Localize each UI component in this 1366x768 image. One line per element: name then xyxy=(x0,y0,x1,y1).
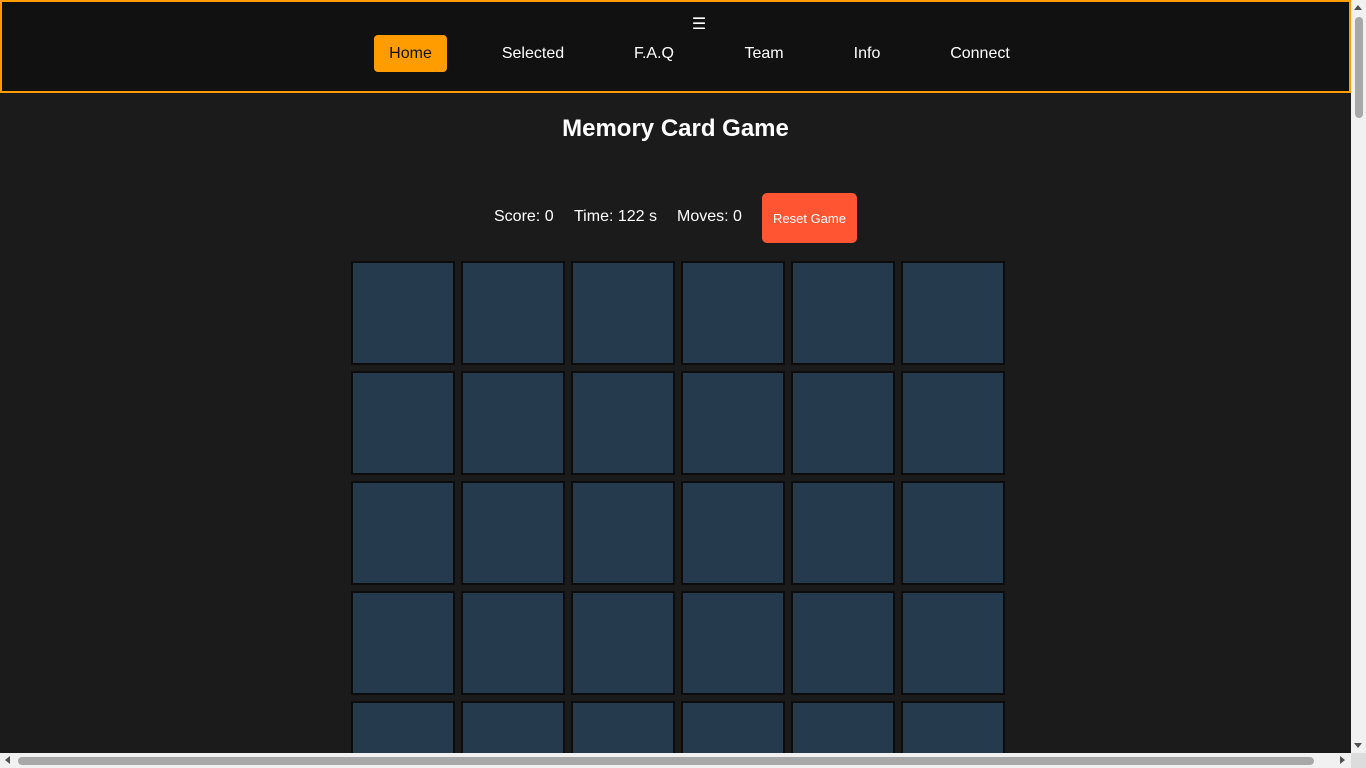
hamburger-icon[interactable]: ☰ xyxy=(691,16,707,34)
memory-card[interactable] xyxy=(791,481,895,585)
memory-card[interactable] xyxy=(351,261,455,365)
memory-card[interactable] xyxy=(681,371,785,475)
horizontal-scrollbar[interactable] xyxy=(0,753,1351,768)
nav-item-faq[interactable]: F.A.Q xyxy=(619,35,689,72)
memory-card[interactable] xyxy=(681,481,785,585)
memory-card[interactable] xyxy=(571,591,675,695)
horizontal-scroll-thumb[interactable] xyxy=(18,757,1314,765)
memory-card[interactable] xyxy=(461,261,565,365)
memory-card[interactable] xyxy=(461,371,565,475)
memory-card[interactable] xyxy=(351,591,455,695)
memory-card[interactable] xyxy=(461,701,565,753)
memory-card[interactable] xyxy=(681,261,785,365)
memory-card[interactable] xyxy=(351,701,455,753)
nav-item-connect[interactable]: Connect xyxy=(938,35,1022,72)
scrollbar-corner xyxy=(1351,753,1366,768)
scroll-left-arrow-icon[interactable] xyxy=(5,756,10,764)
memory-card[interactable] xyxy=(901,481,1005,585)
memory-card[interactable] xyxy=(791,701,895,753)
memory-card[interactable] xyxy=(791,591,895,695)
memory-card[interactable] xyxy=(571,701,675,753)
memory-card[interactable] xyxy=(901,261,1005,365)
vertical-scrollbar[interactable] xyxy=(1351,0,1366,753)
memory-card[interactable] xyxy=(901,591,1005,695)
nav-item-selected[interactable]: Selected xyxy=(488,35,578,72)
score-display: Score: 0 xyxy=(494,208,554,225)
memory-card[interactable] xyxy=(681,591,785,695)
memory-card[interactable] xyxy=(901,371,1005,475)
scroll-right-arrow-icon[interactable] xyxy=(1340,756,1345,764)
moves-display: Moves: 0 xyxy=(677,208,742,225)
top-navigation: ☰ Home Selected F.A.Q Team Info Connect xyxy=(0,0,1351,93)
memory-card[interactable] xyxy=(791,261,895,365)
memory-card[interactable] xyxy=(571,261,675,365)
memory-card[interactable] xyxy=(681,701,785,753)
memory-card[interactable] xyxy=(351,371,455,475)
memory-card[interactable] xyxy=(571,371,675,475)
nav-item-team[interactable]: Team xyxy=(729,35,799,72)
page-title: Memory Card Game xyxy=(562,115,789,142)
time-display: Time: 122 s xyxy=(574,208,657,225)
memory-card[interactable] xyxy=(461,481,565,585)
nav-item-info[interactable]: Info xyxy=(837,35,897,72)
page: ☰ Home Selected F.A.Q Team Info Connect … xyxy=(0,0,1351,753)
memory-card[interactable] xyxy=(791,371,895,475)
nav-item-home[interactable]: Home xyxy=(374,35,447,72)
memory-card[interactable] xyxy=(571,481,675,585)
memory-card[interactable] xyxy=(901,701,1005,753)
scroll-down-arrow-icon[interactable] xyxy=(1354,743,1362,748)
reset-game-button[interactable]: Reset Game xyxy=(762,193,857,243)
memory-card[interactable] xyxy=(461,591,565,695)
memory-card[interactable] xyxy=(351,481,455,585)
vertical-scroll-thumb[interactable] xyxy=(1355,17,1363,118)
scroll-up-arrow-icon[interactable] xyxy=(1354,5,1362,10)
